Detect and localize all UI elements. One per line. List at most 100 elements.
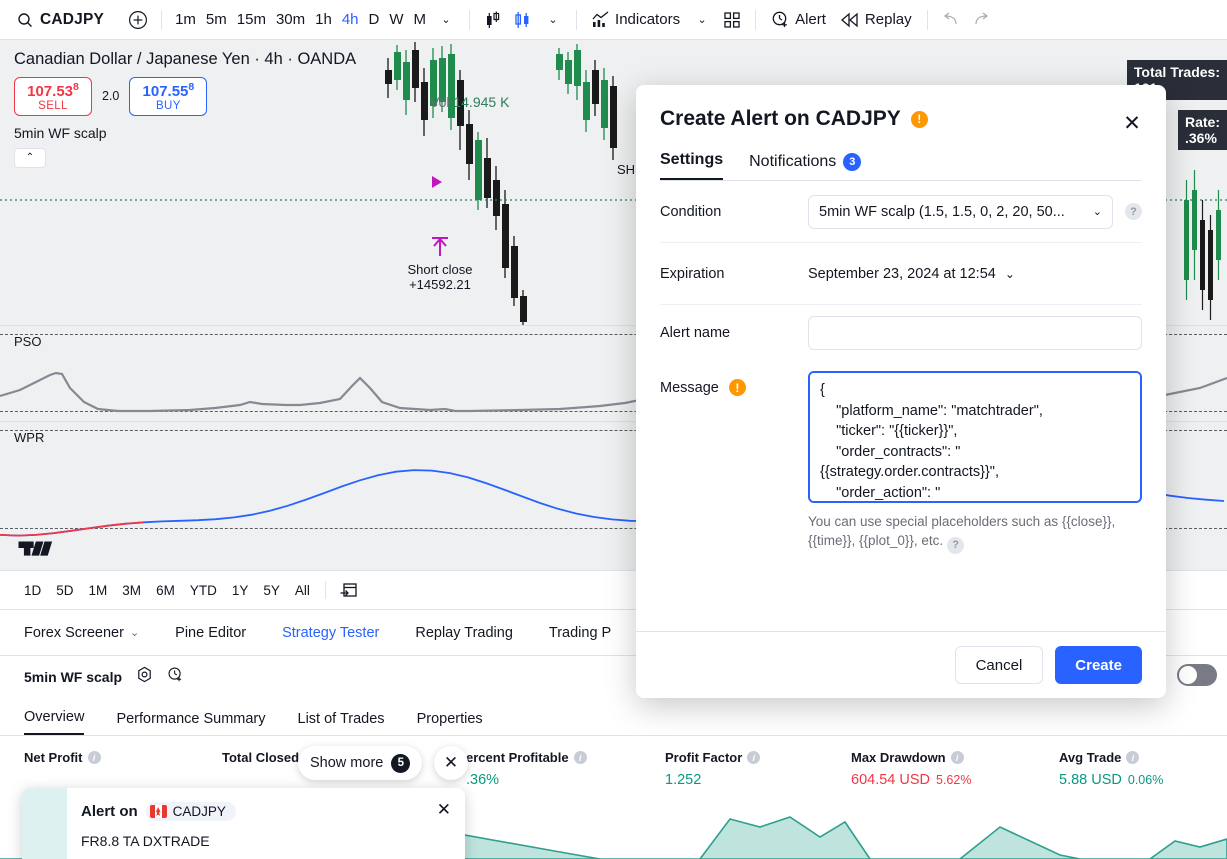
message-textarea[interactable] <box>808 371 1142 503</box>
timeframe-D[interactable]: D <box>364 6 385 34</box>
info-icon[interactable]: i <box>747 751 761 764</box>
panel-tab-replay-trading[interactable]: Replay Trading <box>415 625 513 641</box>
hint-help-icon[interactable]: ? <box>947 537 965 555</box>
range-6M[interactable]: 6M <box>150 580 181 601</box>
replay-button[interactable]: Replay <box>833 6 919 34</box>
warning-icon: ! <box>910 110 928 128</box>
condition-select[interactable]: 5min WF scalp (1.5, 1.5, 0, 2, 20, 50...… <box>808 194 1113 229</box>
timeframe-5m[interactable]: 5m <box>201 6 232 34</box>
alert-button[interactable]: Alert <box>764 6 833 34</box>
panel-tab-label: Replay Trading <box>415 624 513 641</box>
undo-button[interactable] <box>936 6 966 34</box>
subtab-properties[interactable]: Properties <box>417 711 483 735</box>
panel-tab-label: Forex Screener <box>24 624 124 641</box>
range-3M[interactable]: 3M <box>116 580 147 601</box>
range-1Y[interactable]: 1Y <box>226 580 255 601</box>
expiration-value-button[interactable]: September 23, 2024 at 12:54 ⌄ <box>808 266 1015 282</box>
range-YTD[interactable]: YTD <box>184 580 223 601</box>
indicators-label: Indicators <box>615 11 681 28</box>
chart-legend: Canadian Dollar / Japanese Yen · 4h · OA… <box>14 50 356 168</box>
toast-title: Alert on <box>81 803 138 820</box>
range-1M[interactable]: 1M <box>83 580 114 601</box>
info-icon[interactable]: i <box>950 751 964 764</box>
symbol-search[interactable]: CADJPY <box>10 6 111 34</box>
range-5Y[interactable]: 5Y <box>257 580 286 601</box>
subtab-performance-summary[interactable]: Performance Summary <box>116 711 265 735</box>
metric-percent: 0.06% <box>1127 773 1164 787</box>
toast-close-icon[interactable]: ✕ <box>437 800 451 820</box>
add-symbol-button[interactable] <box>123 6 153 34</box>
strategy-name: 5min WF scalp <box>24 669 123 685</box>
bar-style-button[interactable] <box>478 6 508 34</box>
win-rate-badge: Rate: .36% <box>1177 110 1227 150</box>
panel-tab-strategy-tester[interactable]: Strategy Tester <box>282 625 379 641</box>
info-icon[interactable]: i <box>1126 751 1140 764</box>
range-All[interactable]: All <box>289 580 316 601</box>
dialog-tab-notifications[interactable]: Notifications 3 <box>749 153 862 180</box>
info-icon[interactable]: i <box>87 751 101 764</box>
dialog-tab-label: Settings <box>660 151 724 168</box>
top-toolbar: CADJPY 1m 5m 15m 30m 1h 4h D W M ⌄ ⌄ Ind… <box>0 0 1227 40</box>
alert-name-label: Alert name <box>660 325 731 341</box>
subtab-overview[interactable]: Overview <box>24 709 85 735</box>
metric-value: 1.252 <box>665 772 702 788</box>
show-more-close-icon[interactable]: ✕ <box>434 746 468 780</box>
panel-tab-label: Trading P <box>548 624 612 641</box>
layouts-button[interactable] <box>717 6 747 34</box>
dialog-tab-label: Notifications <box>749 153 837 170</box>
range-5D[interactable]: 5D <box>50 580 79 601</box>
condition-row: Condition 5min WF scalp (1.5, 1.5, 0, 2,… <box>660 181 1142 243</box>
alert-toast[interactable]: Alert on CADJPY FR8.8 TA DXTRADE ✕ <box>22 788 465 859</box>
timeframe-1h[interactable]: 1h <box>310 6 337 34</box>
metric-label: Max Drawdown <box>851 750 946 765</box>
panel-toggle[interactable] <box>1177 664 1217 686</box>
sell-button[interactable]: 107.538 SELL <box>14 77 92 116</box>
volume-legend: Vol 14.945 K <box>430 94 510 110</box>
panel-tab-pine-editor[interactable]: Pine Editor <box>175 625 246 641</box>
timeframe-15m[interactable]: 15m <box>232 6 271 34</box>
help-icon[interactable]: ? <box>1125 203 1142 220</box>
goto-date-button[interactable] <box>334 576 364 604</box>
strategy-settings-icon[interactable] <box>136 666 153 688</box>
timeframe-1m[interactable]: 1m <box>170 6 201 34</box>
panel-tab-label: Pine Editor <box>175 624 247 641</box>
panel-tab-trading-p[interactable]: Trading P <box>549 625 611 641</box>
dialog-tab-settings[interactable]: Settings <box>660 151 724 180</box>
canada-flag-icon <box>149 805 167 818</box>
condition-label: Condition <box>660 203 722 220</box>
symbol-label: CADJPY <box>40 10 105 28</box>
dialog-tabs: Settings Notifications 3 <box>660 151 1142 181</box>
indicators-button[interactable]: Indicators <box>585 6 687 34</box>
chevron-up-icon[interactable]: ⌃ <box>14 147 46 168</box>
timeframe-M[interactable]: M <box>409 6 432 34</box>
redo-button[interactable] <box>966 6 996 34</box>
info-icon[interactable]: i <box>573 751 587 764</box>
dialog-close-icon[interactable]: ✕ <box>1118 109 1146 137</box>
timeframe-more-button[interactable]: ⌄ <box>431 6 461 34</box>
expiration-label: Expiration <box>660 265 725 282</box>
expiration-row: Expiration September 23, 2024 at 12:54 ⌄ <box>660 243 1142 305</box>
buy-button[interactable]: 107.558 BUY <box>129 77 208 116</box>
timeframe-4h[interactable]: 4h <box>337 6 364 34</box>
cancel-button[interactable]: Cancel <box>954 646 1044 684</box>
candle-style-icon <box>487 11 500 28</box>
timeframe-30m[interactable]: 30m <box>271 6 310 34</box>
create-button[interactable]: Create <box>1055 646 1142 684</box>
indicators-more-button[interactable]: ⌄ <box>687 6 717 34</box>
metric-percent: 5.62% <box>936 773 972 787</box>
candle-type-more-button[interactable]: ⌄ <box>538 6 568 34</box>
metric-value: 604.54 USD <box>851 772 930 788</box>
show-more-label: Show more <box>310 755 384 771</box>
panel-tab-label: Strategy Tester <box>282 624 380 641</box>
candle-type-button[interactable] <box>508 6 538 34</box>
alert-name-input[interactable] <box>808 316 1142 350</box>
panel-tab-forex-screener[interactable]: Forex Screener ⌄ <box>24 625 139 641</box>
range-1D[interactable]: 1D <box>18 580 47 601</box>
add-alert-icon[interactable] <box>167 666 184 688</box>
toast-ticker-pill[interactable]: CADJPY <box>145 802 236 821</box>
tradingview-logo <box>18 541 53 556</box>
subtab-list-of-trades[interactable]: List of Trades <box>298 711 385 735</box>
timeframe-W[interactable]: W <box>384 6 408 34</box>
show-more-button[interactable]: Show more 5 <box>298 746 423 780</box>
short-label-partial: SH <box>617 162 636 177</box>
